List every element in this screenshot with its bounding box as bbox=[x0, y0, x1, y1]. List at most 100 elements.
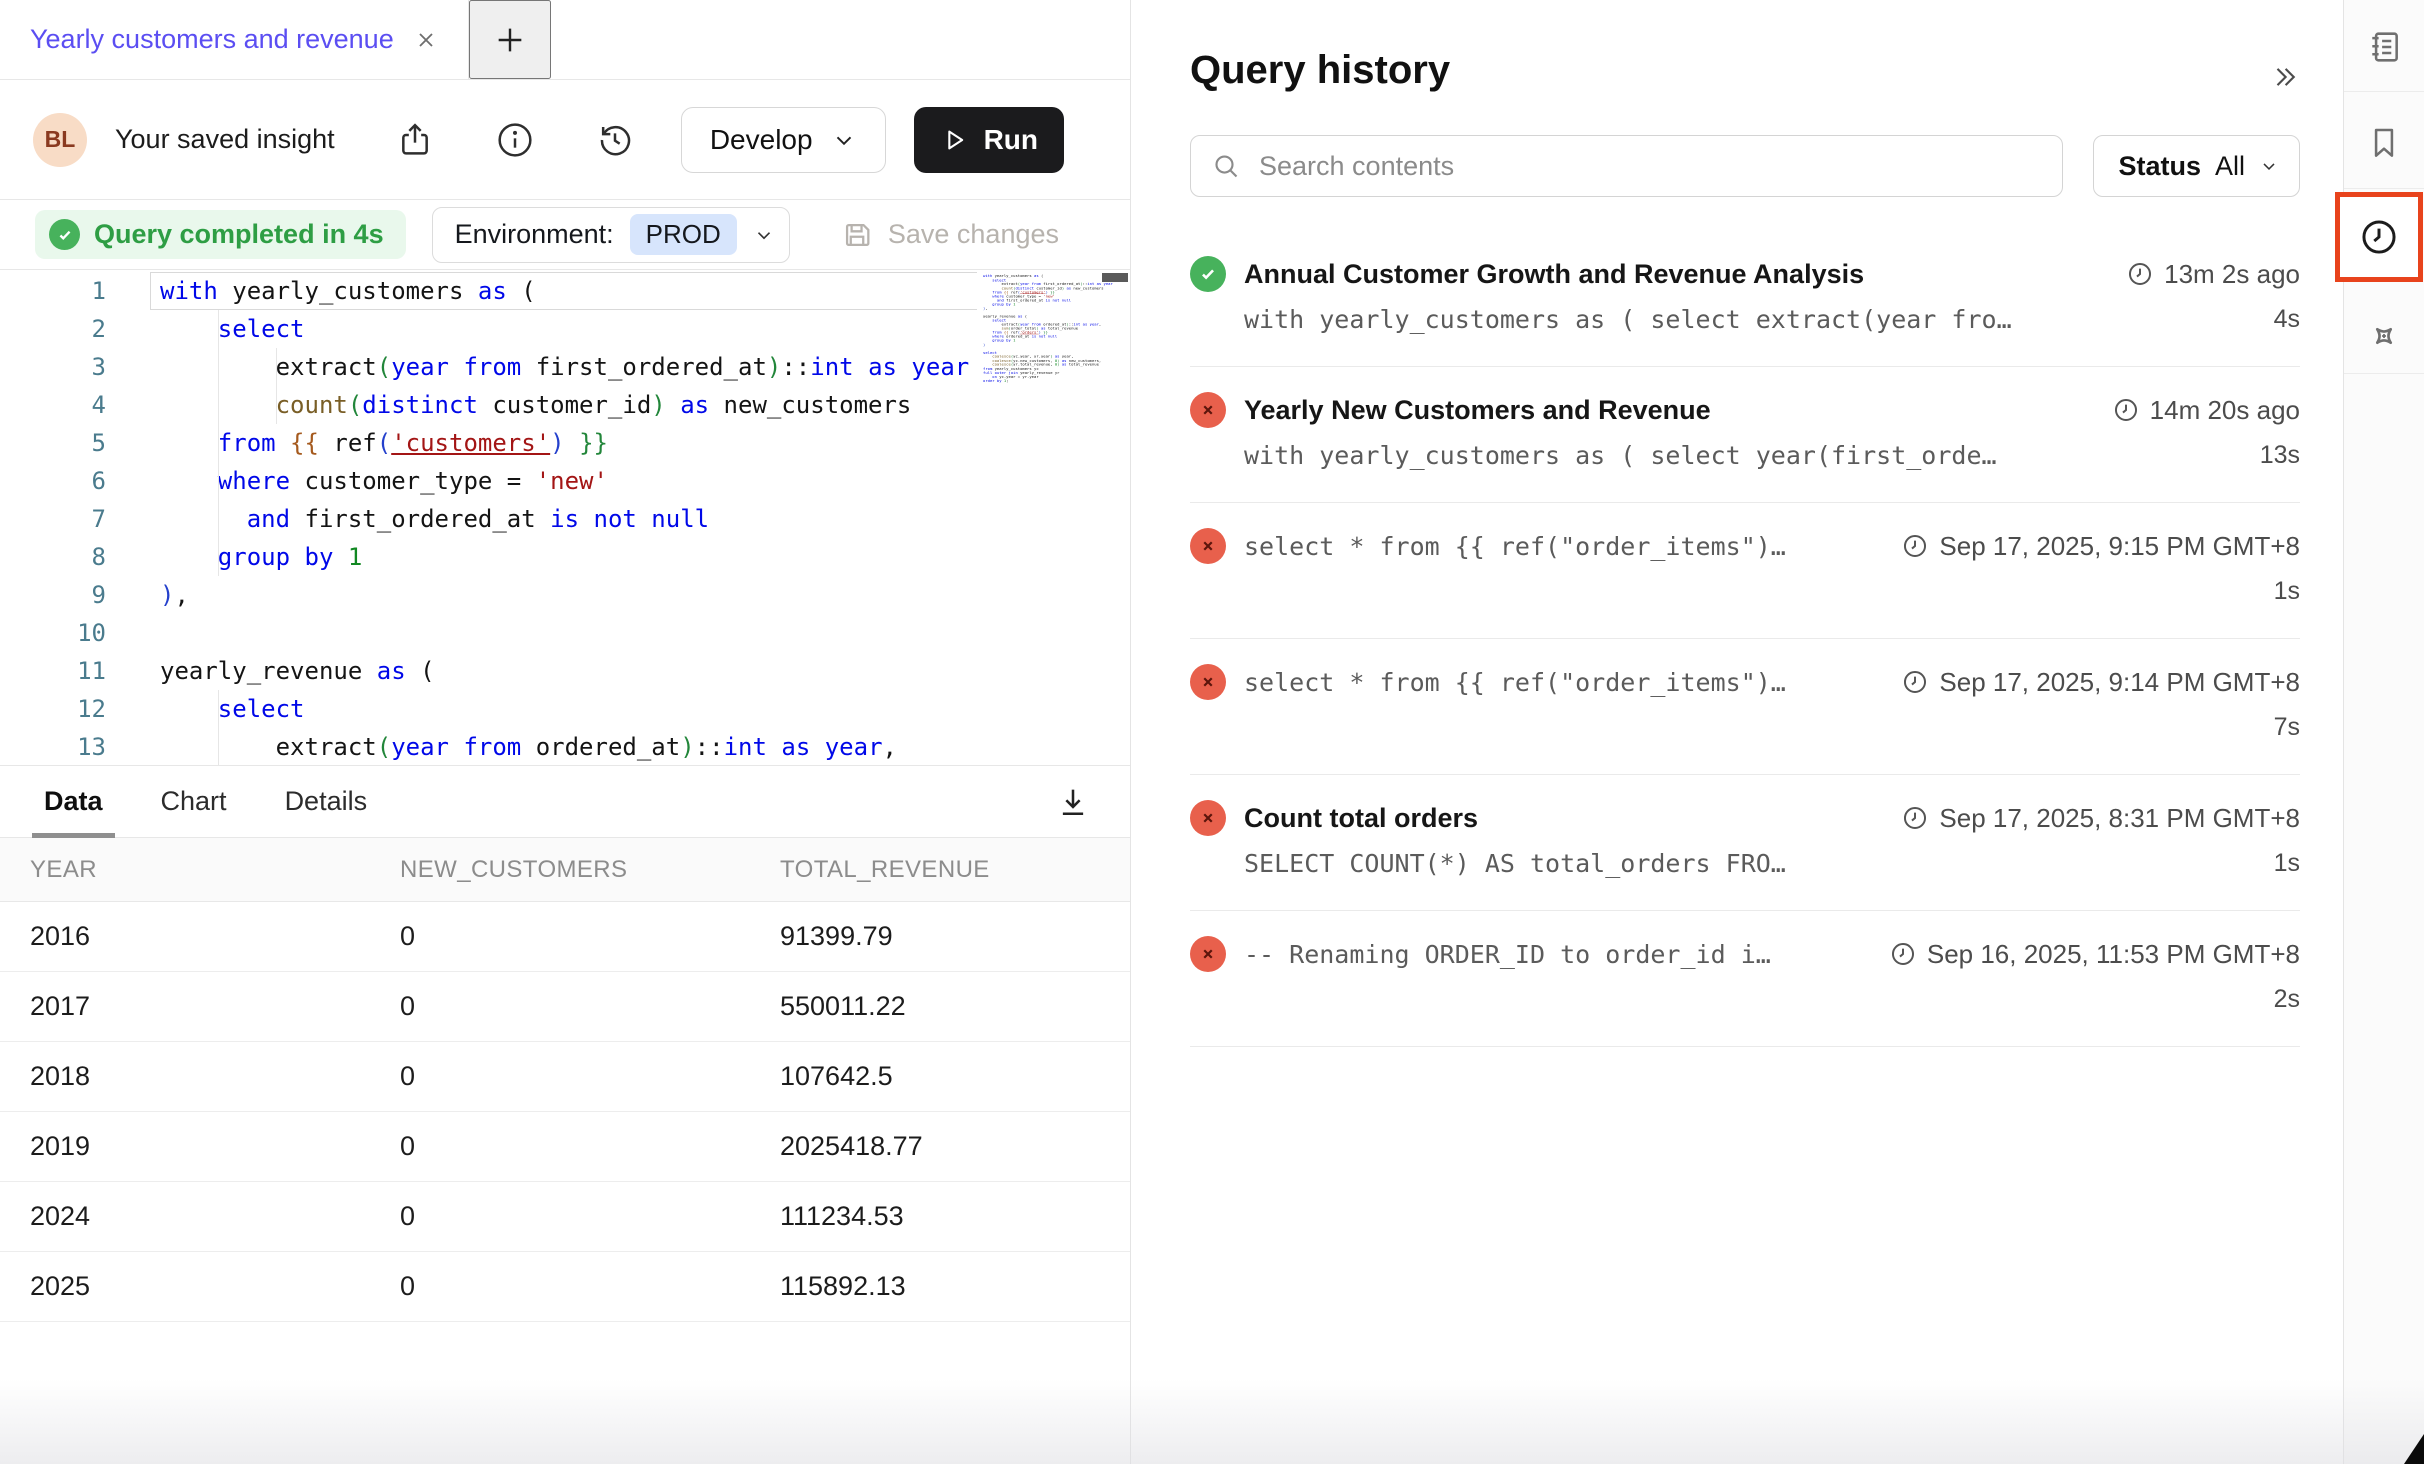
clock-icon bbox=[1889, 940, 1917, 968]
history-item[interactable]: Count total orders Sep 17, 2025, 8:31 PM… bbox=[1190, 775, 2300, 911]
history-item-title: Yearly New Customers and Revenue bbox=[1244, 395, 1711, 426]
status-filter-dropdown[interactable]: Status All bbox=[2093, 135, 2300, 197]
success-check-icon bbox=[49, 219, 80, 250]
double-chevron-right-icon bbox=[2270, 62, 2300, 92]
code-line: 8 group by 1 bbox=[0, 538, 1130, 576]
table-cell: 2025418.77 bbox=[780, 1131, 1130, 1162]
notebook-icon bbox=[2365, 28, 2403, 66]
table-cell: 115892.13 bbox=[780, 1271, 1130, 1302]
query-history-panel: Query history Status All bbox=[1132, 0, 2343, 1464]
table-cell: 2017 bbox=[30, 991, 400, 1022]
table-row: 20170550011.22 bbox=[0, 972, 1130, 1042]
chevron-down-icon bbox=[2259, 156, 2279, 176]
tab-yearly-customers[interactable]: Yearly customers and revenue bbox=[0, 0, 468, 79]
table-cell: 2016 bbox=[30, 921, 400, 952]
tab-bar: Yearly customers and revenue bbox=[0, 0, 1130, 80]
line-number: 8 bbox=[0, 538, 150, 576]
line-number: 10 bbox=[0, 614, 150, 652]
table-cell: 2025 bbox=[30, 1271, 400, 1302]
line-number: 2 bbox=[0, 310, 150, 348]
history-item[interactable]: select * from {{ ref("order_items")… Sep… bbox=[1190, 503, 2300, 639]
history-item-duration: 1s bbox=[2274, 849, 2300, 878]
history-item-query: select * from {{ ref("order_items")… bbox=[1244, 668, 1786, 697]
code-minimap[interactable]: with yearly_customers as ( select extrac… bbox=[977, 270, 1130, 765]
history-item[interactable]: Yearly New Customers and Revenue 14m 20s… bbox=[1190, 367, 2300, 503]
develop-button[interactable]: Develop bbox=[681, 107, 886, 173]
header-actions bbox=[395, 120, 635, 160]
scrollbar-thumb[interactable] bbox=[1102, 273, 1128, 282]
share-button[interactable] bbox=[395, 120, 435, 160]
status-filter-value: All bbox=[2215, 151, 2245, 182]
code-line: 1with yearly_customers as ( bbox=[0, 272, 1130, 310]
success-icon bbox=[1190, 256, 1226, 292]
tab-chart[interactable]: Chart bbox=[161, 766, 227, 837]
code-lines: 1with yearly_customers as (2 select3 ext… bbox=[0, 272, 1130, 765]
run-button[interactable]: Run bbox=[914, 107, 1064, 173]
line-number: 13 bbox=[0, 728, 150, 765]
minimap-content: with yearly_customers as ( select extrac… bbox=[983, 274, 1123, 383]
status-filter-label: Status bbox=[2118, 151, 2201, 182]
table-cell: 0 bbox=[400, 1131, 780, 1162]
tab-data[interactable]: Data bbox=[44, 766, 103, 837]
rail-divider bbox=[2344, 373, 2424, 374]
search-input[interactable] bbox=[1259, 151, 2042, 182]
clock-icon bbox=[1901, 532, 1929, 560]
column-header: NEW_CUSTOMERS bbox=[400, 856, 780, 884]
save-changes-button[interactable]: Save changes bbox=[840, 218, 1059, 252]
clock-icon bbox=[1901, 668, 1929, 696]
close-icon[interactable] bbox=[414, 28, 438, 52]
indent-guide bbox=[218, 690, 219, 765]
code-line: 11yearly_revenue as ( bbox=[0, 652, 1130, 690]
save-changes-label: Save changes bbox=[888, 219, 1059, 250]
code-line: 4 count(distinct customer_id) as new_cus… bbox=[0, 386, 1130, 424]
column-header: TOTAL_REVENUE bbox=[780, 856, 1130, 884]
mouse-cursor bbox=[2404, 1434, 2424, 1464]
history-item[interactable]: select * from {{ ref("order_items")… Sep… bbox=[1190, 639, 2300, 775]
new-tab-button[interactable] bbox=[469, 0, 551, 79]
table-cell: 91399.79 bbox=[780, 921, 1130, 952]
environment-label: Environment: bbox=[455, 219, 614, 250]
table-cell: 107642.5 bbox=[780, 1061, 1130, 1092]
history-item-query: with yearly_customers as ( select extrac… bbox=[1244, 305, 2012, 334]
clock-icon bbox=[2112, 396, 2140, 424]
history-item[interactable]: Annual Customer Growth and Revenue Analy… bbox=[1190, 231, 2300, 367]
info-button[interactable] bbox=[495, 120, 535, 160]
error-icon bbox=[1190, 664, 1226, 700]
sql-code-editor[interactable]: 1with yearly_customers as (2 select3 ext… bbox=[0, 270, 1130, 765]
line-number: 12 bbox=[0, 690, 150, 728]
notebook-button[interactable] bbox=[2344, 28, 2424, 66]
line-number: 5 bbox=[0, 424, 150, 462]
code-line: 9), bbox=[0, 576, 1130, 614]
download-button[interactable] bbox=[1054, 783, 1092, 821]
explore-button[interactable] bbox=[2344, 316, 2424, 356]
error-icon bbox=[1190, 800, 1226, 836]
chevron-down-icon bbox=[831, 127, 857, 153]
history-item-duration: 13s bbox=[2260, 441, 2300, 470]
error-icon bbox=[1190, 528, 1226, 564]
collapse-panel-button[interactable] bbox=[2270, 62, 2300, 92]
history-item-query: SELECT COUNT(*) AS total_orders FRO… bbox=[1244, 849, 1786, 878]
table-body: 2016091399.7920170550011.2220180107642.5… bbox=[0, 902, 1130, 1322]
app-window: Yearly customers and revenue BL Your sav… bbox=[0, 0, 2424, 1464]
history-item[interactable]: -- Renaming ORDER_ID to order_id i… Sep … bbox=[1190, 911, 2300, 1047]
table-cell: 0 bbox=[400, 1061, 780, 1092]
query-history-button-highlighted[interactable] bbox=[2335, 192, 2423, 282]
table-cell: 0 bbox=[400, 1201, 780, 1232]
rail-divider bbox=[2344, 91, 2424, 92]
indent-guide bbox=[218, 310, 219, 576]
line-number: 7 bbox=[0, 500, 150, 538]
version-history-button[interactable] bbox=[595, 120, 635, 160]
environment-selector[interactable]: Environment: PROD bbox=[432, 207, 790, 263]
tab-details[interactable]: Details bbox=[285, 766, 368, 837]
environment-value-badge: PROD bbox=[630, 214, 737, 255]
bookmark-button[interactable] bbox=[2344, 124, 2424, 162]
error-icon bbox=[1190, 392, 1226, 428]
history-item-duration: 1s bbox=[2274, 577, 2300, 606]
save-icon bbox=[840, 218, 874, 252]
history-item-time: 14m 20s ago bbox=[2112, 395, 2300, 426]
indent-guide bbox=[276, 348, 277, 424]
results-section: Data Chart Details YEARNEW_CUSTOMERSTOTA… bbox=[0, 765, 1130, 1322]
plus-icon bbox=[493, 23, 527, 57]
table-cell: 0 bbox=[400, 1271, 780, 1302]
explore-star-icon bbox=[2364, 316, 2404, 356]
